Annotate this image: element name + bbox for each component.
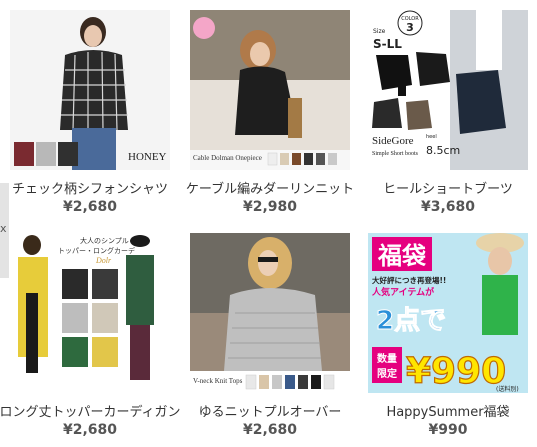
product-image[interactable]: HONEY bbox=[10, 10, 170, 170]
brand-logo: HONEY bbox=[128, 151, 167, 163]
promo-line-1: 大好評につき再登場!! bbox=[372, 275, 446, 285]
promo-subheadline: トッパー・ロングカーデ bbox=[58, 246, 135, 255]
product-name[interactable]: ヒールショートブーツ bbox=[348, 178, 537, 197]
promo-line-2: 人気アイテムが bbox=[371, 286, 435, 298]
limited-label-2: 限定 bbox=[377, 367, 397, 380]
product-image[interactable]: COLOR 3 Size S-LL SideGore Simple Short … bbox=[368, 10, 528, 170]
boot-title: SideGore bbox=[372, 135, 414, 147]
heel-value: 8.5cm bbox=[426, 144, 460, 157]
product-price: ¥2,980 bbox=[242, 199, 298, 215]
product-image[interactable]: 大人のシンプル トッパー・ロングカーデ Dolr bbox=[10, 233, 170, 393]
product-price: ¥990 bbox=[428, 422, 468, 438]
shipping-note: (送料別) bbox=[496, 385, 519, 393]
sale-price: ¥990 bbox=[406, 351, 506, 392]
product-price: ¥3,680 bbox=[420, 199, 476, 215]
size-label: Size bbox=[373, 28, 386, 35]
promo-headline: 大人のシンプル bbox=[80, 236, 129, 245]
color-badge-count: 3 bbox=[406, 21, 414, 34]
product-name[interactable]: ケーブル編みダーリンニット bbox=[170, 178, 370, 197]
side-close-tab[interactable]: x bbox=[0, 183, 9, 278]
product-name[interactable]: ロング丈トッパーカーディガン bbox=[0, 401, 190, 420]
product-image[interactable]: 福袋 大好評につき再登場!! 人気アイテムが 2点で 数量 限定 ¥990 (送… bbox=[368, 233, 528, 393]
boot-subtitle: Simple Short boots bbox=[372, 151, 419, 157]
image-caption: V-neck Knit Tops bbox=[193, 377, 243, 385]
size-value: S-LL bbox=[373, 37, 402, 51]
close-icon[interactable]: x bbox=[0, 223, 7, 234]
image-caption: Cable Dolman Onepiece bbox=[193, 154, 262, 162]
heel-label: heel bbox=[426, 134, 437, 140]
promo-accent: Dolr bbox=[95, 256, 112, 265]
product-image[interactable]: Cable Dolman Onepiece bbox=[190, 10, 350, 170]
product-price: ¥2,680 bbox=[62, 199, 118, 215]
product-price: ¥2,680 bbox=[62, 422, 118, 438]
lucky-bag-banner: 福袋 bbox=[377, 242, 427, 270]
product-name[interactable]: ゆるニットプルオーバー bbox=[170, 401, 370, 420]
product-name[interactable]: HappySummer福袋 bbox=[348, 401, 537, 420]
limited-label-1: 数量 bbox=[377, 352, 397, 365]
promo-big-text: 2点で bbox=[376, 305, 446, 336]
product-price: ¥2,680 bbox=[242, 422, 298, 438]
product-name[interactable]: チェック柄シフォンシャツ bbox=[0, 178, 190, 197]
product-image[interactable]: V-neck Knit Tops bbox=[190, 233, 350, 393]
